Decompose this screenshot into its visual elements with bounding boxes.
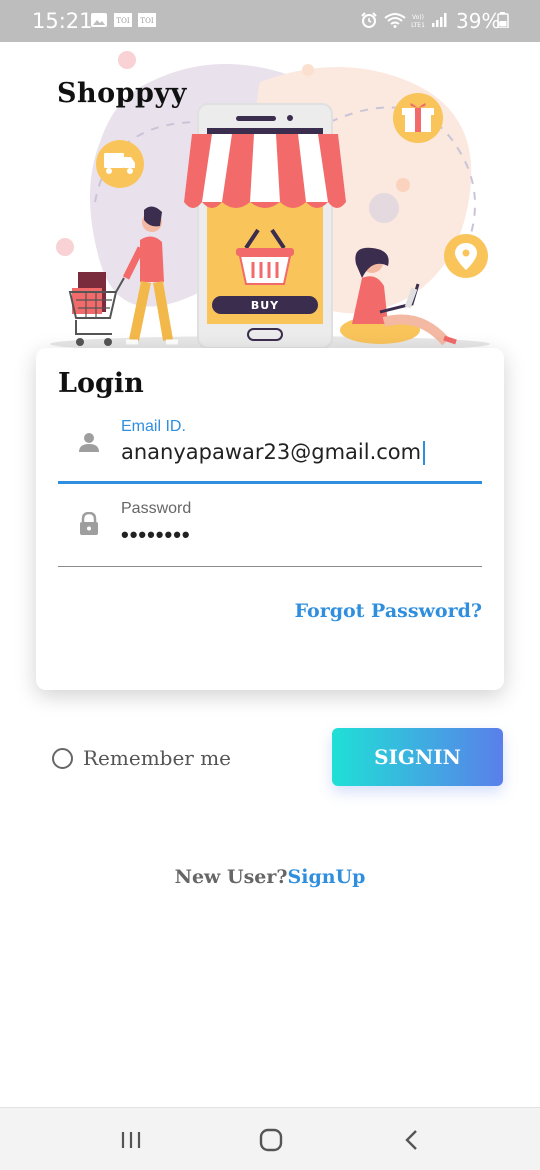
phone-shop: BUY bbox=[184, 103, 346, 349]
svg-text:LTE1: LTE1 bbox=[411, 22, 425, 28]
login-title: Login bbox=[58, 368, 144, 399]
signal-icon bbox=[432, 13, 447, 27]
email-field[interactable]: Email ID. ananyapawar23@gmail.com bbox=[58, 414, 482, 484]
status-time: 15:21 bbox=[32, 9, 93, 33]
dot-pink-left bbox=[56, 238, 74, 256]
back-icon[interactable] bbox=[398, 1126, 426, 1154]
text-cursor bbox=[423, 441, 426, 465]
dot-pink bbox=[118, 51, 136, 69]
location-pin-icon bbox=[444, 234, 488, 278]
login-card: Login Email ID. ananyapawar23@gmail.com … bbox=[36, 348, 504, 690]
alarm-icon bbox=[361, 12, 377, 28]
radio-button[interactable] bbox=[52, 747, 73, 769]
svg-text:TOI: TOI bbox=[140, 17, 153, 25]
buy-label: BUY bbox=[251, 299, 279, 312]
dot-lilac bbox=[369, 193, 399, 223]
remember-me-label: Remember me bbox=[83, 746, 232, 770]
signup-row: New User?SignUp bbox=[0, 866, 540, 888]
forgot-password-link[interactable]: Forgot Password? bbox=[295, 600, 482, 622]
gallery-icon bbox=[91, 13, 107, 27]
password-field[interactable]: Password •••••••• bbox=[58, 496, 482, 567]
battery-percent: 39% bbox=[456, 9, 501, 33]
battery-icon bbox=[497, 12, 509, 28]
email-label: Email ID. bbox=[121, 418, 186, 435]
person-icon bbox=[79, 433, 99, 452]
toi-icon: TOI bbox=[114, 13, 132, 27]
remember-me-radio[interactable]: Remember me bbox=[52, 744, 231, 772]
password-input[interactable]: •••••••• bbox=[121, 522, 191, 548]
dot-orange bbox=[396, 178, 410, 192]
lock-icon bbox=[80, 512, 98, 535]
svg-text:Vo)): Vo)) bbox=[412, 14, 424, 21]
gift-icon bbox=[393, 93, 443, 143]
delivery-truck-icon bbox=[96, 140, 144, 188]
signin-button[interactable]: SIGNIN bbox=[332, 728, 503, 786]
recents-icon[interactable] bbox=[117, 1126, 145, 1154]
status-bar: 15:21 TOI TOI Vo)) LTE1 39% bbox=[0, 0, 540, 42]
signup-link[interactable]: SignUp bbox=[288, 866, 366, 888]
dot-peach bbox=[302, 64, 314, 76]
svg-text:TOI: TOI bbox=[116, 17, 129, 25]
home-icon[interactable] bbox=[257, 1126, 285, 1154]
app-brand: Shoppyy bbox=[57, 78, 187, 109]
toi-icon: TOI bbox=[138, 13, 156, 27]
volte-lte-icon: Vo)) LTE1 bbox=[411, 14, 425, 28]
new-user-text: New User? bbox=[174, 866, 288, 888]
navigation-bar bbox=[0, 1107, 540, 1170]
email-input[interactable]: ananyapawar23@gmail.com bbox=[121, 440, 426, 465]
password-label: Password bbox=[121, 500, 192, 517]
wifi-icon bbox=[384, 13, 406, 28]
email-value: ananyapawar23@gmail.com bbox=[121, 440, 422, 464]
